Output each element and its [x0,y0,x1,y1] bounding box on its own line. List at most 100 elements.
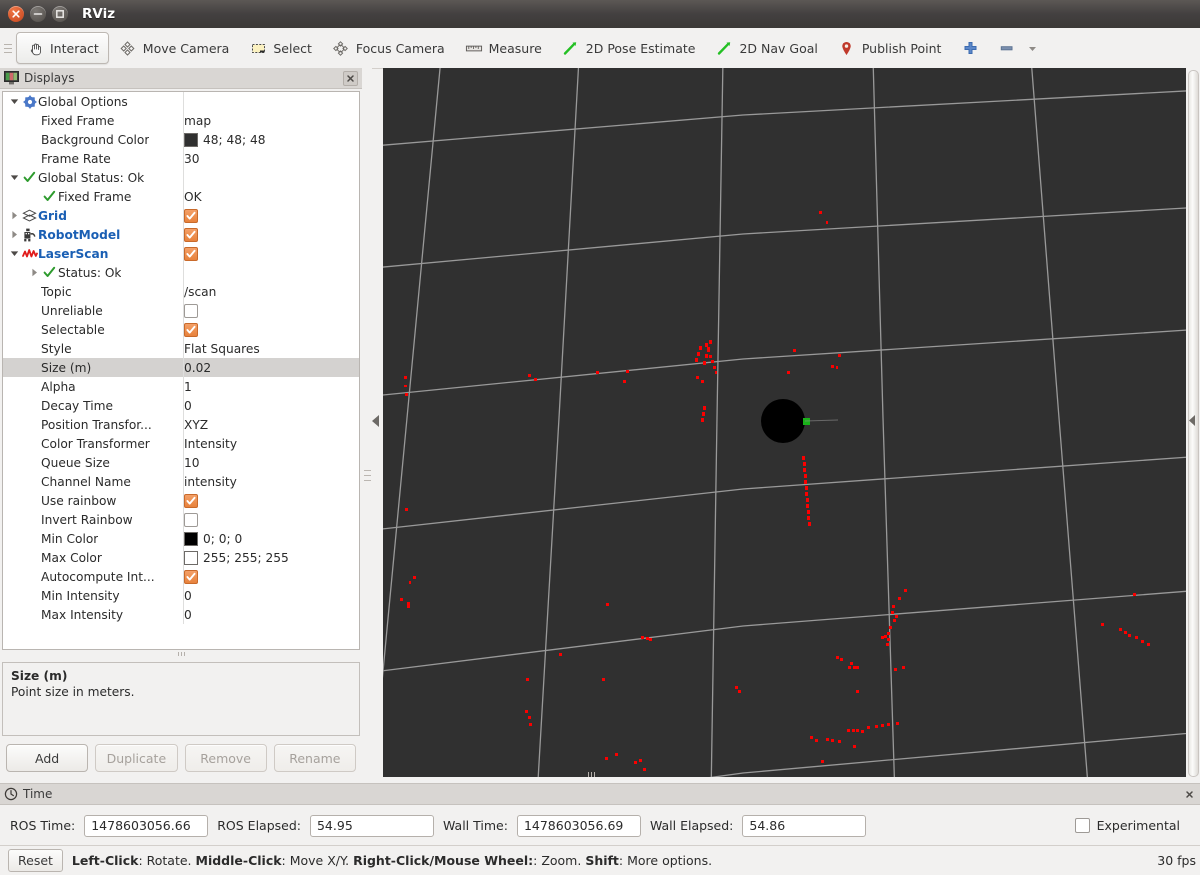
displays-row[interactable]: Frame Rate 30 [3,149,359,168]
displays-row[interactable]: Autocompute Int... [3,567,359,586]
close-button[interactable] [8,6,24,22]
displays-splitter-grip[interactable] [0,650,362,658]
displays-row-value[interactable] [184,263,360,282]
rename-button[interactable]: Rename [273,744,356,772]
add-button[interactable]: Add [6,744,89,772]
add-tool-button[interactable] [951,32,989,64]
chevron-down-icon[interactable] [7,173,21,182]
display-enable-checkbox[interactable] [184,493,198,508]
displays-row-value[interactable]: /scan [184,282,360,301]
display-enable-checkbox[interactable] [184,569,198,584]
displays-row[interactable]: LaserScan [3,244,359,263]
ros-time-input[interactable]: 1478603056.66 [84,814,209,837]
displays-row-value[interactable] [184,168,360,187]
displays-row[interactable]: Queue Size 10 [3,453,359,472]
display-enable-checkbox[interactable] [184,303,198,318]
displays-row-value[interactable]: 0.02 [183,358,359,377]
displays-row-value[interactable]: 1 [184,377,360,396]
displays-row-value[interactable]: map [184,111,360,130]
displays-row[interactable]: Max Color 255; 255; 255 [3,548,359,567]
displays-row-value[interactable]: 255; 255; 255 [184,548,360,567]
displays-row[interactable]: Grid [3,206,359,225]
displays-row-value[interactable] [184,92,360,111]
displays-row[interactable]: Size (m) 0.02 [3,358,359,377]
chevron-down-icon[interactable] [7,97,21,106]
color-swatch[interactable] [184,550,198,565]
toolbar-grip[interactable] [4,39,14,57]
displays-row-value[interactable] [184,491,360,510]
viewport-bottom-splitter-grip[interactable] [588,772,595,777]
displays-row-value[interactable]: 0 [184,605,360,624]
displays-row-value[interactable]: 0 [184,586,360,605]
tool-select[interactable]: Select [239,32,322,64]
displays-row-value[interactable]: Intensity [184,434,360,453]
color-swatch[interactable] [184,132,198,147]
displays-row[interactable]: Unreliable [3,301,359,320]
chevron-down-icon[interactable] [7,249,21,258]
displays-row[interactable]: Invert Rainbow [3,510,359,529]
display-enable-checkbox[interactable] [184,322,198,337]
displays-row-value[interactable]: Flat Squares [184,339,360,358]
display-enable-checkbox[interactable] [184,227,198,242]
displays-row-value[interactable]: 0; 0; 0 [184,529,360,548]
displays-row[interactable]: Position Transfor... XYZ [3,415,359,434]
displays-row[interactable]: Color Transformer Intensity [3,434,359,453]
tool-2d-pose-estimate[interactable]: 2D Pose Estimate [552,32,706,64]
displays-row-value[interactable] [184,225,360,244]
displays-row[interactable]: Fixed Frame OK [3,187,359,206]
displays-row[interactable]: Channel Name intensity [3,472,359,491]
chevron-right-icon[interactable] [7,230,21,239]
displays-row[interactable]: Use rainbow [3,491,359,510]
displays-row-value[interactable]: 48; 48; 48 [184,130,360,149]
displays-row-value[interactable]: XYZ [184,415,360,434]
displays-row-value[interactable] [184,301,360,320]
displays-row[interactable]: Min Intensity 0 [3,586,359,605]
tool-measure[interactable]: Measure [455,32,552,64]
wall-time-input[interactable]: 1478603056.69 [516,814,641,837]
display-enable-checkbox[interactable] [184,246,198,261]
displays-row-value[interactable] [184,510,360,529]
displays-row-value[interactable]: 0 [184,396,360,415]
displays-row-value[interactable]: intensity [184,472,360,491]
color-swatch[interactable] [184,531,198,546]
displays-row-value[interactable]: 10 [184,453,360,472]
chevron-right-icon[interactable] [7,211,21,220]
displays-row-value[interactable]: OK [184,187,360,206]
displays-row[interactable]: RobotModel [3,225,359,244]
displays-row[interactable]: Status: Ok [3,263,359,282]
displays-close-icon[interactable] [343,70,358,86]
experimental-toggle[interactable]: Experimental [1074,818,1190,833]
displays-row-value[interactable] [184,244,360,263]
chevron-right-icon[interactable] [27,268,41,277]
displays-row[interactable]: Fixed Frame map [3,111,359,130]
tool-publish-point[interactable]: Publish Point [828,32,952,64]
displays-row[interactable]: Topic/scan [3,282,359,301]
display-enable-checkbox[interactable] [184,208,198,223]
minimize-button[interactable] [30,6,46,22]
displays-row-value[interactable] [184,567,360,586]
wall-elapsed-input[interactable]: 54.86 [742,814,867,837]
time-close-icon[interactable] [1183,788,1196,801]
experimental-checkbox[interactable] [1074,818,1090,833]
displays-row[interactable]: Global Status: Ok [3,168,359,187]
displays-row-value[interactable] [184,320,360,339]
tool-focus-camera[interactable]: Focus Camera [322,32,455,64]
collapse-left-arrow-icon[interactable] [371,414,381,431]
displays-row[interactable]: Global Options [3,92,359,111]
displays-row[interactable]: Min Color 0; 0; 0 [3,529,359,548]
displays-row[interactable]: Decay Time 0 [3,396,359,415]
maximize-button[interactable] [52,6,68,22]
tool-2d-nav-goal[interactable]: 2D Nav Goal [705,32,827,64]
displays-row[interactable]: Max Intensity 0 [3,605,359,624]
tool-interact[interactable]: Interact [16,32,109,64]
displays-row[interactable]: Style Flat Squares [3,339,359,358]
displays-row[interactable]: Selectable [3,320,359,339]
ros-elapsed-input[interactable]: 54.95 [309,814,434,837]
display-enable-checkbox[interactable] [184,512,198,527]
reset-button[interactable]: Reset [8,849,63,872]
duplicate-button[interactable]: Duplicate [95,744,178,772]
remove-tool-button[interactable] [989,32,1051,64]
displays-row[interactable]: Background Color 48; 48; 48 [3,130,359,149]
3d-viewport[interactable] [383,68,1186,777]
displays-row-value[interactable] [184,206,360,225]
